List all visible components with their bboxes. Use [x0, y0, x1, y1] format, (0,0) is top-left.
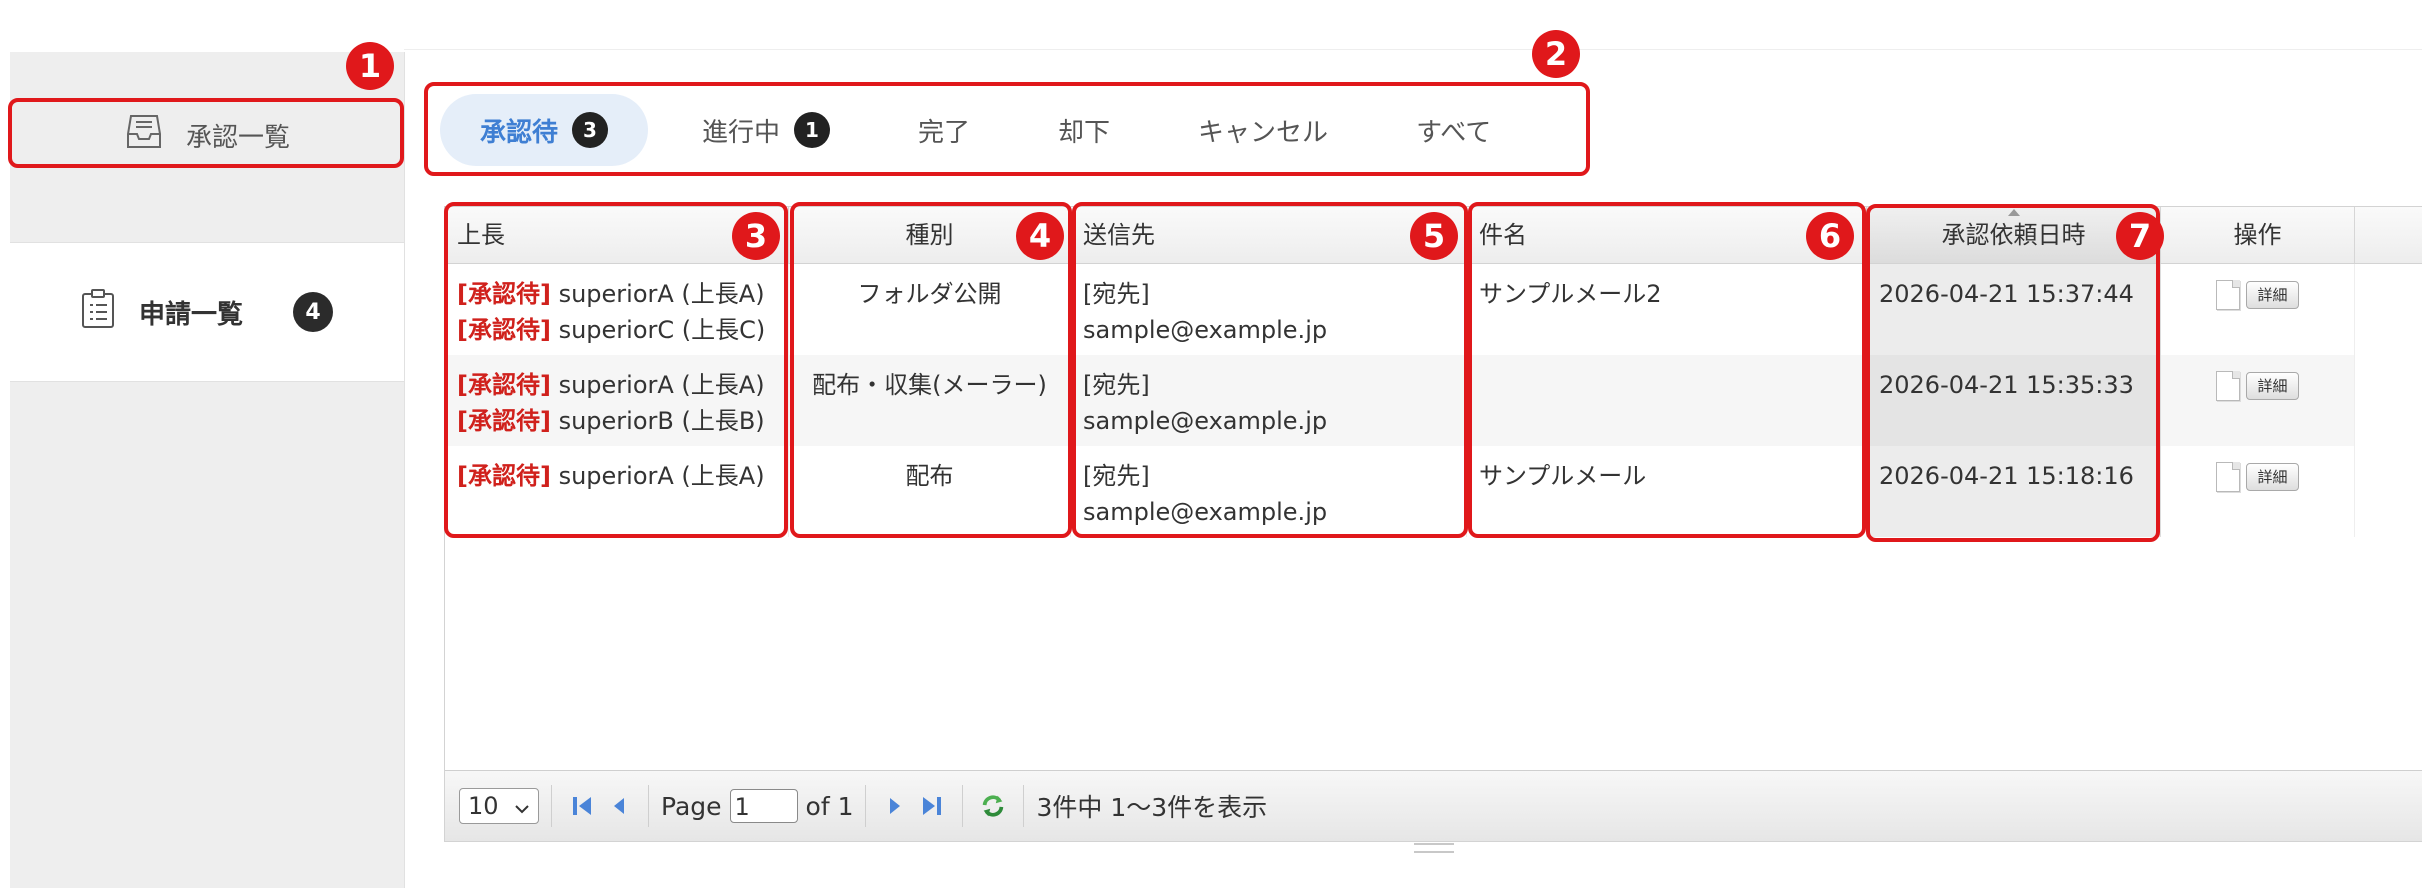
- clipboard-list-icon: [81, 288, 115, 336]
- page-number-input[interactable]: 1: [729, 789, 798, 823]
- document-icon: [2216, 462, 2241, 492]
- annotation-marker-6: 6: [1806, 212, 1854, 260]
- annotation-box-1: [8, 98, 404, 168]
- annotation-marker-3: 3: [732, 212, 780, 260]
- page-total-label: of 1: [805, 791, 854, 821]
- resize-grip-icon[interactable]: [1414, 843, 1454, 853]
- refresh-icon[interactable]: [979, 792, 1007, 820]
- last-page-icon[interactable]: [918, 792, 946, 820]
- previous-page-icon[interactable]: [604, 792, 632, 820]
- divider: [551, 785, 552, 827]
- annotation-marker-5: 5: [1410, 212, 1458, 260]
- sidebar: 承認一覧 申請一覧 4: [10, 52, 405, 888]
- detail-button[interactable]: 詳細: [2216, 371, 2299, 401]
- detail-button-label: 詳細: [2246, 463, 2299, 491]
- annotation-box-5: [1072, 202, 1468, 538]
- rows-per-page-value: 10: [468, 792, 499, 820]
- divider: [648, 785, 649, 827]
- annotation-marker-4: 4: [1016, 212, 1064, 260]
- detail-button-label: 詳細: [2246, 372, 2299, 400]
- annotation-box-3: [444, 202, 788, 538]
- divider: [962, 785, 964, 827]
- detail-button[interactable]: 詳細: [2216, 280, 2299, 310]
- annotation-box-7: [1866, 204, 2160, 542]
- divider: [865, 785, 867, 827]
- divider: [1023, 785, 1025, 827]
- page-label: Page: [661, 791, 722, 821]
- column-header-operation: 操作: [2161, 207, 2355, 263]
- document-icon: [2216, 371, 2241, 401]
- pagination-bar: 10 Page 1 of 1 3件中 1〜3件を表示: [445, 770, 2422, 853]
- annotation-marker-2: 2: [1532, 30, 1580, 78]
- sidebar-item-request-list[interactable]: 申請一覧 4: [10, 242, 404, 382]
- top-divider: [404, 49, 2422, 50]
- operation-cell: 詳細: [2161, 264, 2355, 355]
- record-summary: 3件中 1〜3件を表示: [1036, 793, 1268, 822]
- annotation-box-2: [424, 82, 1590, 176]
- first-page-icon[interactable]: [568, 792, 596, 820]
- detail-button-label: 詳細: [2246, 281, 2299, 309]
- rows-per-page-select[interactable]: 10: [459, 788, 539, 824]
- count-badge: 4: [293, 292, 333, 332]
- operation-cell: 詳細: [2161, 446, 2355, 537]
- annotation-marker-1: 1: [346, 42, 394, 90]
- next-page-icon[interactable]: [882, 792, 910, 820]
- sidebar-item-label: 申請一覧: [138, 299, 243, 330]
- chevron-down-icon: [514, 792, 530, 820]
- annotation-marker-7: 7: [2116, 212, 2164, 260]
- operation-cell: 詳細: [2161, 355, 2355, 446]
- annotation-box-6: [1468, 202, 1866, 538]
- document-icon: [2216, 280, 2241, 310]
- detail-button[interactable]: 詳細: [2216, 462, 2299, 492]
